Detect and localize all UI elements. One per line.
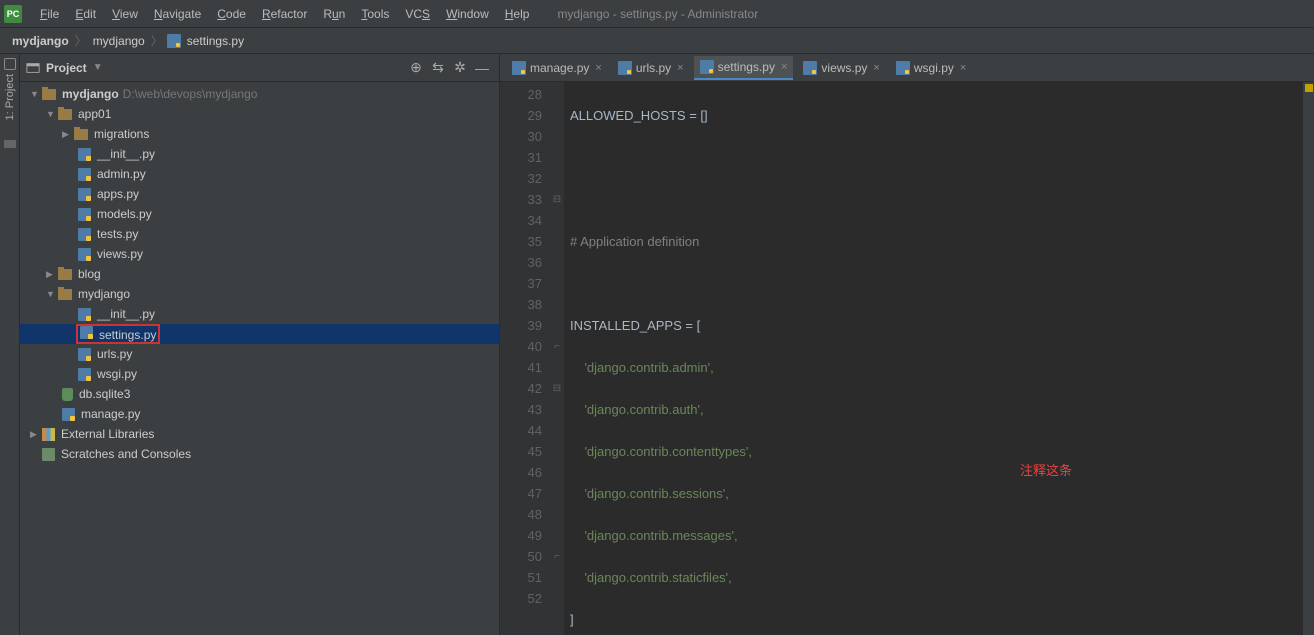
python-file-icon xyxy=(618,61,632,75)
window-title: mydjango - settings.py - Administrator xyxy=(557,7,758,21)
python-file-icon xyxy=(78,248,91,261)
tree-models[interactable]: models.py xyxy=(20,204,499,224)
tree-urls[interactable]: urls.py xyxy=(20,344,499,364)
python-file-icon xyxy=(78,348,91,361)
python-file-icon xyxy=(700,60,714,74)
tree-apps[interactable]: apps.py xyxy=(20,184,499,204)
python-file-icon xyxy=(78,308,91,321)
project-panel-header: Project ▼ ⊕ ⇆ ✲ — xyxy=(20,54,499,82)
close-icon[interactable]: × xyxy=(781,61,787,73)
project-panel: Project ▼ ⊕ ⇆ ✲ — ▼mydjangoD:\web\devops… xyxy=(20,54,500,635)
folder-icon xyxy=(74,129,88,140)
editor-body[interactable]: 2829303132 3334353637 3839404142 4344454… xyxy=(500,82,1314,635)
collapse-button[interactable]: ⇆ xyxy=(427,59,449,76)
tree-root[interactable]: ▼mydjangoD:\web\devops\mydjango xyxy=(20,84,499,104)
menu-navigate[interactable]: Navigate xyxy=(146,0,209,28)
database-icon xyxy=(62,388,73,401)
folder-icon xyxy=(58,289,72,300)
python-file-icon xyxy=(80,326,93,339)
tree-admin[interactable]: admin.py xyxy=(20,164,499,184)
python-file-icon xyxy=(512,61,526,75)
tree-settings[interactable]: settings.py xyxy=(20,324,499,344)
menu-window[interactable]: Window xyxy=(438,0,497,28)
vertical-scrollbar[interactable] xyxy=(1302,82,1314,635)
tree-views[interactable]: views.py xyxy=(20,244,499,264)
tree-extlib[interactable]: ▶External Libraries xyxy=(20,424,499,444)
tree-db[interactable]: db.sqlite3 xyxy=(20,384,499,404)
python-file-icon xyxy=(78,168,91,181)
scratch-icon xyxy=(42,448,55,461)
hide-button[interactable]: — xyxy=(471,60,493,76)
tree-init2[interactable]: __init__.py xyxy=(20,304,499,324)
tree-migrations[interactable]: ▶migrations xyxy=(20,124,499,144)
tool-window-bar[interactable]: 1: Project xyxy=(0,54,20,635)
menu-edit[interactable]: Edit xyxy=(67,0,104,28)
tab-settings[interactable]: settings.py× xyxy=(694,56,794,80)
tab-manage[interactable]: manage.py× xyxy=(506,56,608,80)
python-file-icon xyxy=(896,61,910,75)
breadcrumb: mydjango 〉 mydjango 〉 settings.py xyxy=(0,28,1314,54)
menu-vcs[interactable]: VCS xyxy=(397,0,438,28)
python-file-icon xyxy=(78,148,91,161)
tree-blog[interactable]: ▶blog xyxy=(20,264,499,284)
project-tree[interactable]: ▼mydjangoD:\web\devops\mydjango ▼app01 ▶… xyxy=(20,82,499,635)
tab-views[interactable]: views.py× xyxy=(797,56,885,80)
tree-init[interactable]: __init__.py xyxy=(20,144,499,164)
settings-gear-icon[interactable]: ✲ xyxy=(449,59,471,76)
menu-run[interactable]: Run xyxy=(315,0,353,28)
project-title: Project xyxy=(46,61,87,75)
tree-mydjango-pkg[interactable]: ▼mydjango xyxy=(20,284,499,304)
crumb-sep: 〉 xyxy=(71,32,91,49)
line-gutter: 2829303132 3334353637 3839404142 4344454… xyxy=(500,82,550,635)
tree-app01[interactable]: ▼app01 xyxy=(20,104,499,124)
close-icon[interactable]: × xyxy=(873,62,879,74)
menu-refactor[interactable]: Refactor xyxy=(254,0,315,28)
crumb-mid[interactable]: mydjango xyxy=(91,34,147,48)
menu-view[interactable]: View xyxy=(104,0,146,28)
tree-manage[interactable]: manage.py xyxy=(20,404,499,424)
project-icon xyxy=(26,61,40,75)
folder-icon xyxy=(58,109,72,120)
crumb-root[interactable]: mydjango xyxy=(10,34,71,48)
menu-tools[interactable]: Tools xyxy=(353,0,397,28)
locate-button[interactable]: ⊕ xyxy=(405,59,427,76)
tab-urls[interactable]: urls.py× xyxy=(612,56,690,80)
tree-tests[interactable]: tests.py xyxy=(20,224,499,244)
folder-icon xyxy=(42,89,56,100)
close-icon[interactable]: × xyxy=(595,62,601,74)
fold-column[interactable]: ⊟ ⌐ ⊟ ⌐ xyxy=(550,82,564,635)
code-content[interactable]: ALLOWED_HOSTS = [] # Application definit… xyxy=(564,82,1314,635)
library-icon xyxy=(42,428,55,441)
folder-icon xyxy=(58,269,72,280)
python-file-icon xyxy=(78,368,91,381)
python-file-icon xyxy=(803,61,817,75)
project-dropdown-icon[interactable]: ▼ xyxy=(93,62,103,73)
python-file-icon xyxy=(78,188,91,201)
project-tool-icon[interactable] xyxy=(4,58,16,70)
python-file-icon xyxy=(78,228,91,241)
menu-file[interactable]: File xyxy=(32,0,67,28)
tree-wsgi[interactable]: wsgi.py xyxy=(20,364,499,384)
close-icon[interactable]: × xyxy=(960,62,966,74)
app-icon: PC xyxy=(4,5,22,23)
editor-tabs: manage.py× urls.py× settings.py× views.p… xyxy=(500,54,1314,82)
menu-help[interactable]: Help xyxy=(497,0,538,28)
tree-scratch[interactable]: Scratches and Consoles xyxy=(20,444,499,464)
editor-area: manage.py× urls.py× settings.py× views.p… xyxy=(500,54,1314,635)
close-icon[interactable]: × xyxy=(677,62,683,74)
python-file-icon xyxy=(62,408,75,421)
menu-bar: PC File Edit View Navigate Code Refactor… xyxy=(0,0,1314,28)
project-tool-label[interactable]: 1: Project xyxy=(4,74,16,120)
tab-wsgi[interactable]: wsgi.py× xyxy=(890,56,972,80)
python-file-icon xyxy=(167,34,181,48)
structure-tool-icon[interactable] xyxy=(4,140,16,148)
crumb-sep: 〉 xyxy=(147,32,167,49)
menu-code[interactable]: Code xyxy=(209,0,254,28)
annotation-text: 注释这条 xyxy=(1020,460,1072,479)
crumb-file[interactable]: settings.py xyxy=(185,34,246,48)
python-file-icon xyxy=(78,208,91,221)
